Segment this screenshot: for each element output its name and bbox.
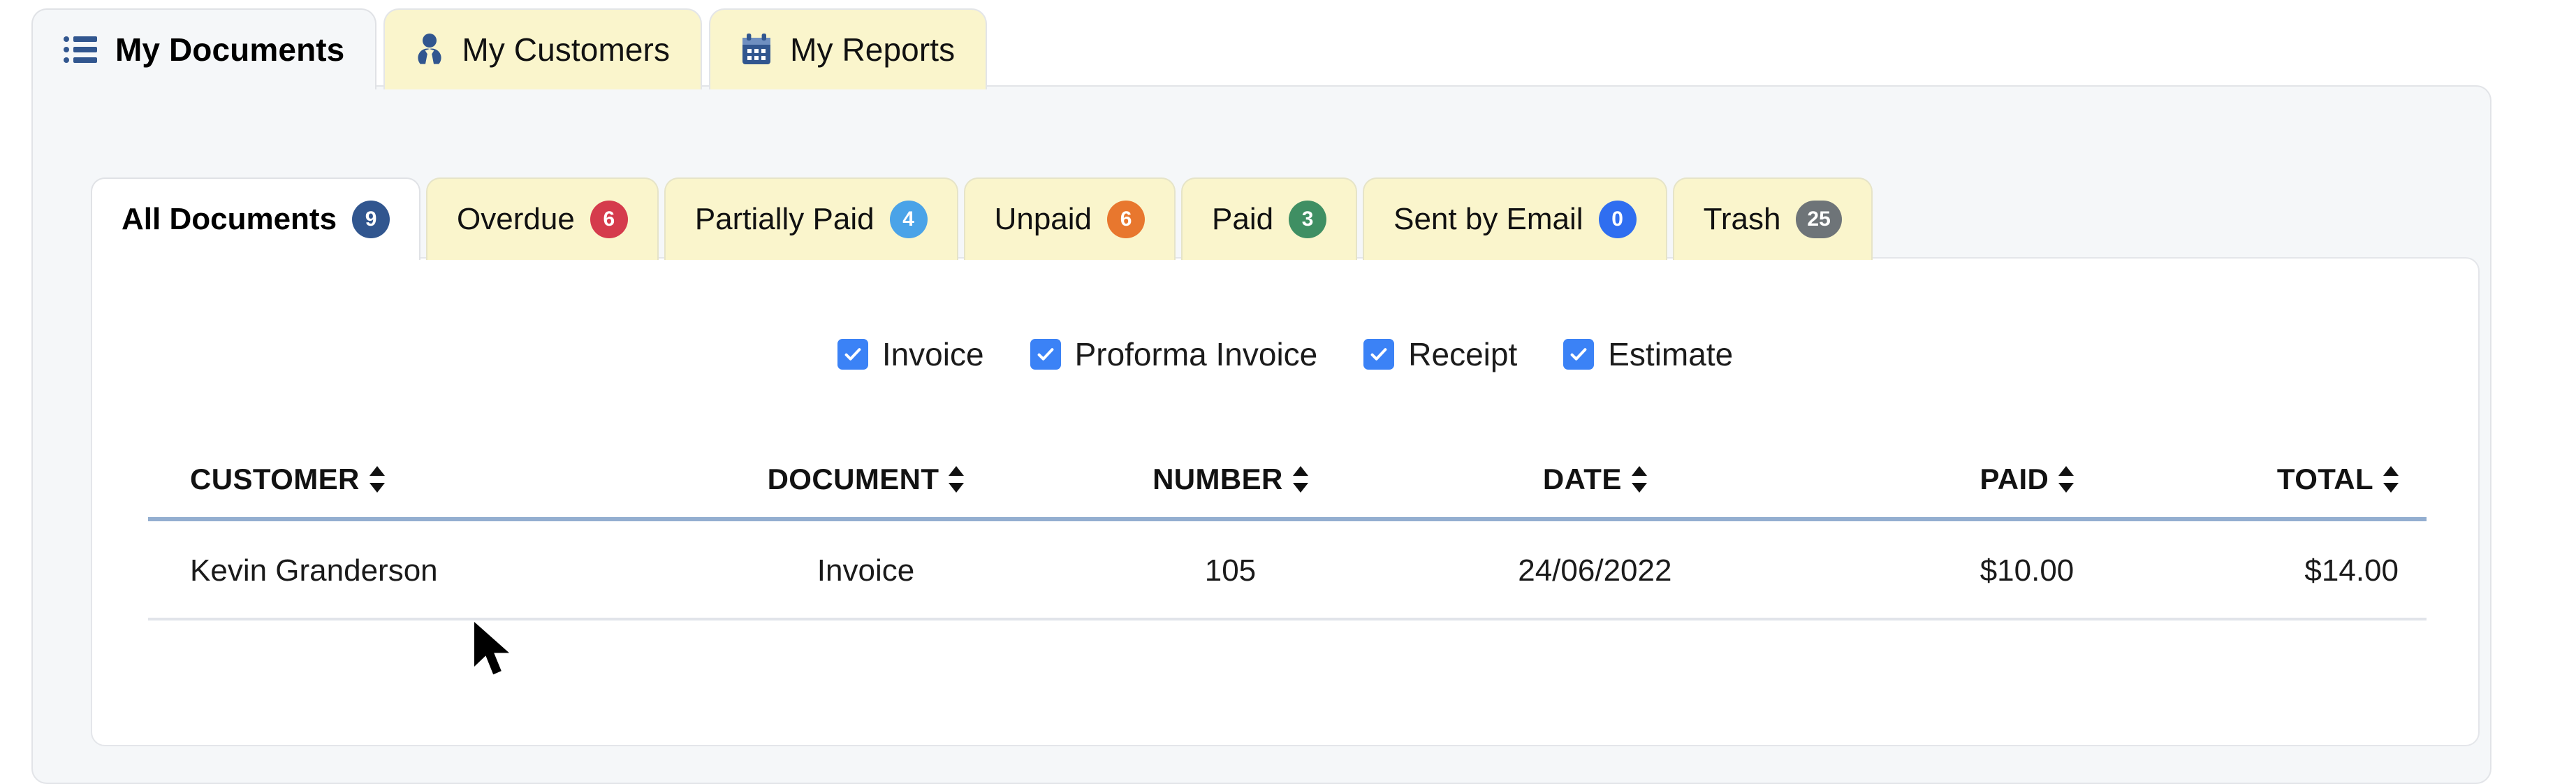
tab-my-reports[interactable]: My Reports xyxy=(709,8,988,89)
sort-icon xyxy=(2383,463,2399,495)
checkbox-invoice[interactable]: Invoice xyxy=(837,335,984,373)
cell-paid: $10.00 xyxy=(1979,553,2074,588)
filter-tab-trash-badge: 25 xyxy=(1796,201,1842,238)
cell-date: 24/06/2022 xyxy=(1518,553,1672,588)
column-header-date[interactable]: DATE xyxy=(1401,463,1789,519)
cell-customer: Kevin Granderson xyxy=(190,553,438,588)
checkbox-proforma-invoice[interactable]: Proforma Invoice xyxy=(1030,335,1318,373)
filter-tab-unpaid-label: Unpaid xyxy=(994,202,1092,236)
checkbox-estimate-label: Estimate xyxy=(1608,336,1734,372)
cell-document: Invoice xyxy=(817,553,915,588)
filter-tab-partially-paid-label: Partially Paid xyxy=(694,202,874,236)
filter-tab-all-documents[interactable]: All Documents 9 xyxy=(91,177,421,260)
sort-icon xyxy=(1292,463,1308,495)
checkbox-receipt[interactable]: Receipt xyxy=(1363,335,1517,373)
column-header-number[interactable]: NUMBER xyxy=(1060,463,1401,519)
filter-tab-partially-paid-badge: 4 xyxy=(889,201,928,238)
tab-my-documents[interactable]: My Documents xyxy=(31,8,377,89)
tab-my-documents-label: My Documents xyxy=(115,31,345,68)
tab-my-customers[interactable]: My Customers xyxy=(383,8,703,89)
check-icon xyxy=(1363,339,1395,370)
filter-tab-all-documents-badge: 9 xyxy=(352,201,390,238)
filter-tab-sent-by-email-label: Sent by Email xyxy=(1393,202,1583,236)
documents-app: My Documents My Customers My Reports All… xyxy=(0,0,2576,784)
table-header-row: CUSTOMER DOCUMENT NUMBER DATE PAID TOTAL xyxy=(148,463,2427,519)
documents-table: CUSTOMER DOCUMENT NUMBER DATE PAID TOTAL… xyxy=(148,463,2427,620)
filter-tab-overdue[interactable]: Overdue 6 xyxy=(426,177,659,260)
filter-tab-trash-label: Trash xyxy=(1703,202,1781,236)
column-header-paid[interactable]: PAID xyxy=(1789,463,2108,519)
user-tie-icon xyxy=(416,34,444,66)
documents-table-body: Kevin Granderson Invoice 105 24/06/2022 … xyxy=(148,519,2427,619)
column-header-paid-label: PAID xyxy=(1979,463,2049,495)
column-header-customer-label: CUSTOMER xyxy=(190,463,360,495)
tab-my-customers-label: My Customers xyxy=(462,31,671,68)
checkbox-invoice-label: Invoice xyxy=(881,336,984,372)
filter-tab-unpaid[interactable]: Unpaid 6 xyxy=(963,177,1176,260)
filter-tab-overdue-badge: 6 xyxy=(590,201,628,238)
cell-total: $14.00 xyxy=(2304,553,2399,588)
check-icon xyxy=(1030,339,1061,370)
calendar-icon xyxy=(741,34,772,66)
table-row[interactable]: Kevin Granderson Invoice 105 24/06/2022 … xyxy=(148,519,2427,619)
filter-tab-all-documents-label: All Documents xyxy=(122,202,337,236)
filter-tab-paid[interactable]: Paid 3 xyxy=(1181,177,1358,260)
filter-tab-partially-paid[interactable]: Partially Paid 4 xyxy=(664,177,958,260)
filter-tab-sent-by-email[interactable]: Sent by Email 0 xyxy=(1363,177,1667,260)
main-tab-bar: My Documents My Customers My Reports xyxy=(31,6,994,89)
sort-icon xyxy=(369,463,385,495)
sort-icon xyxy=(1631,463,1647,495)
filter-tab-paid-badge: 3 xyxy=(1289,201,1327,238)
filter-tab-trash[interactable]: Trash 25 xyxy=(1672,177,1873,260)
sort-icon xyxy=(2058,463,2074,495)
sort-icon xyxy=(949,463,965,495)
column-header-number-label: NUMBER xyxy=(1152,463,1283,495)
column-header-date-label: DATE xyxy=(1542,463,1622,495)
column-header-document-label: DOCUMENT xyxy=(767,463,939,495)
document-type-filter-group: Invoice Proforma Invoice Receipt Estimat… xyxy=(92,335,2478,373)
checkbox-estimate[interactable]: Estimate xyxy=(1563,335,1733,373)
documents-content-card: Invoice Proforma Invoice Receipt Estimat… xyxy=(91,257,2480,746)
document-filter-tab-bar: All Documents 9 Overdue 6 Partially Paid… xyxy=(91,173,1878,260)
filter-tab-paid-label: Paid xyxy=(1212,202,1274,236)
check-icon xyxy=(1563,339,1595,370)
checkbox-receipt-label: Receipt xyxy=(1408,336,1518,372)
column-header-customer[interactable]: CUSTOMER xyxy=(148,463,672,519)
list-icon xyxy=(64,35,97,64)
cell-number: 105 xyxy=(1204,553,1257,588)
filter-tab-unpaid-badge: 6 xyxy=(1107,201,1146,238)
column-header-document[interactable]: DOCUMENT xyxy=(672,463,1060,519)
column-header-total-label: TOTAL xyxy=(2276,463,2373,495)
documents-table-head: CUSTOMER DOCUMENT NUMBER DATE PAID TOTAL xyxy=(148,463,2427,519)
filter-tab-overdue-label: Overdue xyxy=(457,202,575,236)
check-icon xyxy=(837,339,868,370)
column-header-total[interactable]: TOTAL xyxy=(2107,463,2427,519)
filter-tab-sent-by-email-badge: 0 xyxy=(1598,201,1637,238)
tab-my-reports-label: My Reports xyxy=(790,31,956,68)
checkbox-proforma-invoice-label: Proforma Invoice xyxy=(1074,336,1318,372)
